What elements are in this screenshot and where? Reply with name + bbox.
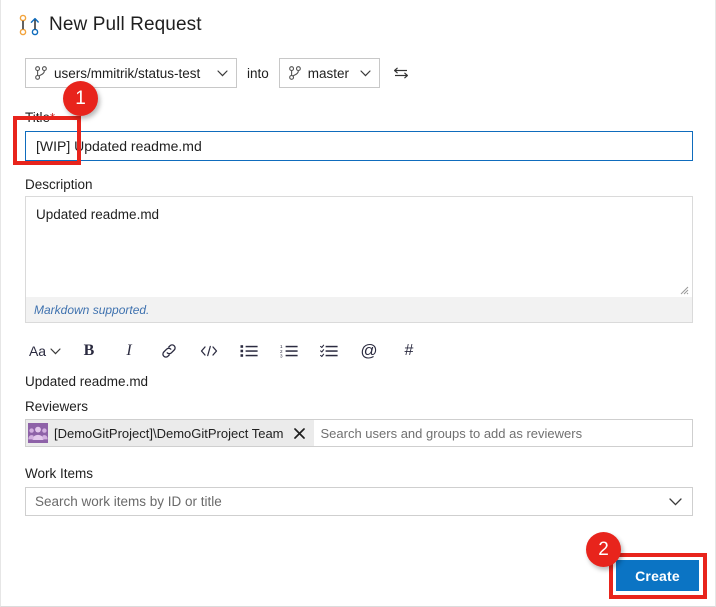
git-branch-icon	[35, 66, 47, 80]
remove-reviewer-button[interactable]	[292, 425, 308, 441]
italic-button[interactable]: I	[109, 337, 149, 365]
mention-icon: @	[360, 341, 378, 360]
title-label-text: Title	[25, 110, 51, 125]
into-label: into	[247, 65, 269, 81]
chevron-down-icon	[50, 347, 61, 354]
hash-button[interactable]: #	[389, 337, 429, 365]
bullet-list-icon	[240, 345, 258, 357]
task-list-icon	[320, 344, 338, 358]
git-branch-icon	[288, 66, 301, 80]
bold-icon: B	[83, 342, 95, 359]
formatting-toolbar: Aa B I 1 2 3 @ #	[21, 336, 693, 366]
svg-text:3: 3	[280, 353, 283, 358]
numbered-list-icon: 1 2 3	[280, 344, 298, 358]
swap-branches-icon	[394, 67, 409, 79]
team-avatar-icon	[28, 423, 48, 443]
hash-icon: #	[404, 342, 414, 359]
title-input[interactable]	[25, 131, 693, 161]
create-button[interactable]: Create	[616, 560, 699, 591]
page-title: New Pull Request	[49, 14, 202, 35]
description-textarea[interactable]	[25, 196, 693, 297]
chevron-down-icon[interactable]	[669, 497, 682, 506]
reviewer-chip[interactable]: [DemoGitProject]\DemoGitProject Team	[26, 420, 314, 446]
italic-icon: I	[126, 342, 132, 359]
description-label: Description	[25, 177, 93, 192]
link-button[interactable]	[149, 337, 189, 365]
swap-branches-button[interactable]	[390, 62, 412, 84]
reviewers-label: Reviewers	[25, 399, 89, 414]
bullet-list-button[interactable]	[229, 337, 269, 365]
work-items-field[interactable]	[25, 487, 693, 516]
chevron-down-icon	[217, 69, 228, 76]
reviewers-field[interactable]: [DemoGitProject]\DemoGitProject Team	[25, 419, 693, 447]
numbered-list-button[interactable]: 1 2 3	[269, 337, 309, 365]
work-items-label: Work Items	[25, 466, 94, 481]
target-branch-name: master	[307, 65, 350, 81]
branch-selector-row: users/mmitrik/status-test into master	[25, 58, 412, 88]
description-preview-text: Updated readme.md	[25, 374, 149, 389]
bold-button[interactable]: B	[69, 337, 109, 365]
code-button[interactable]	[189, 337, 229, 365]
target-branch-dropdown[interactable]: master	[278, 58, 381, 88]
code-icon	[200, 345, 218, 357]
source-branch-name: users/mmitrik/status-test	[54, 65, 201, 81]
new-pull-request-page: New Pull Request users/mmitrik/status-te…	[0, 0, 716, 607]
font-style-label: Aa	[28, 343, 47, 359]
page-header: New Pull Request	[19, 14, 202, 36]
required-marker: *	[50, 110, 56, 125]
task-list-button[interactable]	[309, 337, 349, 365]
mention-button[interactable]: @	[349, 337, 389, 365]
link-icon	[162, 344, 176, 358]
chevron-down-icon	[360, 69, 371, 76]
markdown-supported-link[interactable]: Markdown supported.	[34, 303, 149, 317]
reviewer-chip-name: [DemoGitProject]\DemoGitProject Team	[54, 425, 284, 441]
reviewer-search-input[interactable]	[313, 420, 692, 446]
work-items-input[interactable]	[26, 493, 669, 510]
markdown-note-bar: Markdown supported.	[25, 297, 693, 323]
source-branch-dropdown[interactable]: users/mmitrik/status-test	[25, 58, 237, 88]
title-label: Title*	[25, 110, 55, 125]
font-style-dropdown[interactable]: Aa	[21, 337, 69, 365]
resize-grip-icon[interactable]	[679, 285, 689, 295]
pull-request-icon	[19, 14, 39, 36]
close-icon	[294, 427, 305, 439]
